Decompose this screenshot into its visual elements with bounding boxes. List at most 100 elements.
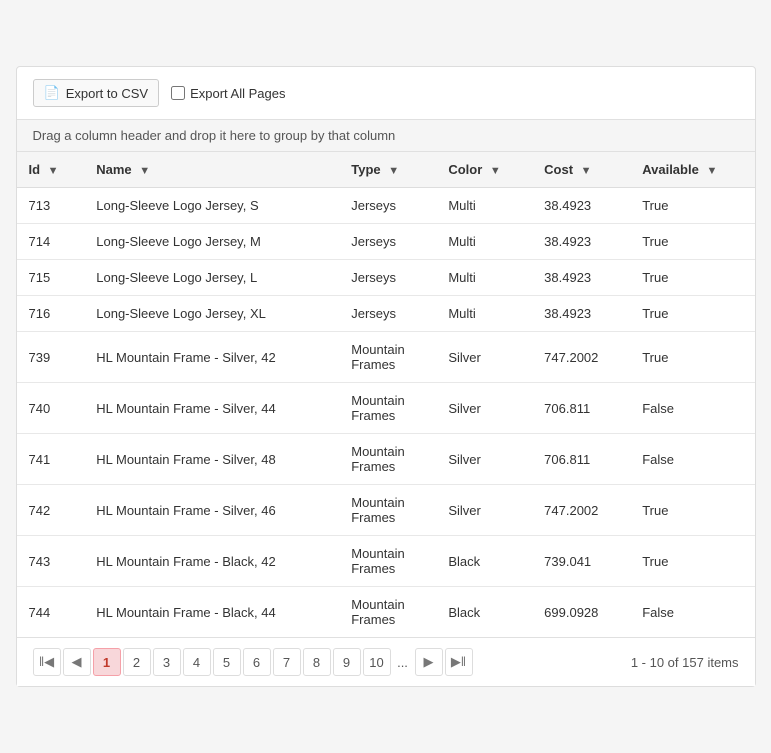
table-row: 744 HL Mountain Frame - Black, 44 Mounta… bbox=[17, 587, 755, 638]
cell-cost: 706.811 bbox=[532, 383, 630, 434]
cell-available: False bbox=[630, 434, 754, 485]
cell-cost: 747.2002 bbox=[532, 485, 630, 536]
cell-color: Black bbox=[436, 587, 532, 638]
col-header-name[interactable]: Name ▼ bbox=[84, 152, 339, 188]
cell-type: MountainFrames bbox=[339, 485, 436, 536]
col-header-id[interactable]: Id ▼ bbox=[17, 152, 85, 188]
cell-type: MountainFrames bbox=[339, 383, 436, 434]
filter-icon-color[interactable]: ▼ bbox=[490, 165, 501, 177]
col-header-available[interactable]: Available ▼ bbox=[630, 152, 754, 188]
page-button-4[interactable]: 4 bbox=[183, 648, 211, 676]
cell-id: 714 bbox=[17, 224, 85, 260]
cell-color: Silver bbox=[436, 434, 532, 485]
pagination-bar: ‖◀ ◀ 12345678910... ▶ ▶‖ 1 - 10 of 157 i… bbox=[17, 637, 755, 686]
cell-id: 716 bbox=[17, 296, 85, 332]
cell-cost: 38.4923 bbox=[532, 224, 630, 260]
col-header-cost[interactable]: Cost ▼ bbox=[532, 152, 630, 188]
export-all-pages-label: Export All Pages bbox=[190, 86, 285, 101]
cell-name: HL Mountain Frame - Black, 42 bbox=[84, 536, 339, 587]
cell-available: True bbox=[630, 224, 754, 260]
cell-available: True bbox=[630, 260, 754, 296]
page-button-10[interactable]: 10 bbox=[363, 648, 391, 676]
cell-type: Jerseys bbox=[339, 188, 436, 224]
page-button-1[interactable]: 1 bbox=[93, 648, 121, 676]
cell-name: HL Mountain Frame - Silver, 48 bbox=[84, 434, 339, 485]
table-row: 713 Long-Sleeve Logo Jersey, S Jerseys M… bbox=[17, 188, 755, 224]
col-header-color[interactable]: Color ▼ bbox=[436, 152, 532, 188]
cell-available: True bbox=[630, 188, 754, 224]
cell-cost: 38.4923 bbox=[532, 188, 630, 224]
page-button-8[interactable]: 8 bbox=[303, 648, 331, 676]
cell-type: MountainFrames bbox=[339, 587, 436, 638]
export-all-label[interactable]: Export All Pages bbox=[171, 86, 285, 101]
cell-cost: 747.2002 bbox=[532, 332, 630, 383]
cell-name: HL Mountain Frame - Silver, 42 bbox=[84, 332, 339, 383]
cell-name: HL Mountain Frame - Silver, 44 bbox=[84, 383, 339, 434]
cell-color: Silver bbox=[436, 485, 532, 536]
cell-cost: 706.811 bbox=[532, 434, 630, 485]
filter-icon-id[interactable]: ▼ bbox=[48, 165, 59, 177]
table-row: 741 HL Mountain Frame - Silver, 48 Mount… bbox=[17, 434, 755, 485]
cell-name: Long-Sleeve Logo Jersey, S bbox=[84, 188, 339, 224]
table-row: 740 HL Mountain Frame - Silver, 44 Mount… bbox=[17, 383, 755, 434]
cell-available: False bbox=[630, 587, 754, 638]
cell-type: Jerseys bbox=[339, 260, 436, 296]
cell-color: Silver bbox=[436, 383, 532, 434]
cell-color: Black bbox=[436, 536, 532, 587]
cell-type: MountainFrames bbox=[339, 434, 436, 485]
cell-id: 713 bbox=[17, 188, 85, 224]
export-csv-label: Export to CSV bbox=[66, 86, 148, 101]
page-button-3[interactable]: 3 bbox=[153, 648, 181, 676]
cell-color: Multi bbox=[436, 188, 532, 224]
cell-color: Silver bbox=[436, 332, 532, 383]
cell-name: HL Mountain Frame - Black, 44 bbox=[84, 587, 339, 638]
table-row: 739 HL Mountain Frame - Silver, 42 Mount… bbox=[17, 332, 755, 383]
cell-available: True bbox=[630, 485, 754, 536]
last-page-button[interactable]: ▶‖ bbox=[445, 648, 473, 676]
page-button-6[interactable]: 6 bbox=[243, 648, 271, 676]
cell-cost: 38.4923 bbox=[532, 260, 630, 296]
next-page-button[interactable]: ▶ bbox=[415, 648, 443, 676]
cell-color: Multi bbox=[436, 260, 532, 296]
cell-cost: 699.0928 bbox=[532, 587, 630, 638]
page-button-9[interactable]: 9 bbox=[333, 648, 361, 676]
table-row: 743 HL Mountain Frame - Black, 42 Mounta… bbox=[17, 536, 755, 587]
cell-name: HL Mountain Frame - Silver, 46 bbox=[84, 485, 339, 536]
cell-available: True bbox=[630, 536, 754, 587]
page-button-5[interactable]: 5 bbox=[213, 648, 241, 676]
data-table: Id ▼ Name ▼ Type ▼ Color ▼ Cost ▼ Availa… bbox=[17, 152, 755, 637]
cell-color: Multi bbox=[436, 296, 532, 332]
filter-icon-name[interactable]: ▼ bbox=[139, 165, 150, 177]
cell-id: 739 bbox=[17, 332, 85, 383]
cell-name: Long-Sleeve Logo Jersey, XL bbox=[84, 296, 339, 332]
cell-name: Long-Sleeve Logo Jersey, L bbox=[84, 260, 339, 296]
filter-icon-available[interactable]: ▼ bbox=[706, 165, 717, 177]
cell-available: True bbox=[630, 332, 754, 383]
cell-id: 741 bbox=[17, 434, 85, 485]
cell-id: 740 bbox=[17, 383, 85, 434]
table-row: 715 Long-Sleeve Logo Jersey, L Jerseys M… bbox=[17, 260, 755, 296]
cell-cost: 38.4923 bbox=[532, 296, 630, 332]
cell-id: 743 bbox=[17, 536, 85, 587]
cell-id: 715 bbox=[17, 260, 85, 296]
page-button-2[interactable]: 2 bbox=[123, 648, 151, 676]
cell-type: Jerseys bbox=[339, 224, 436, 260]
table-row: 716 Long-Sleeve Logo Jersey, XL Jerseys … bbox=[17, 296, 755, 332]
page-button-7[interactable]: 7 bbox=[273, 648, 301, 676]
page-controls: ‖◀ ◀ 12345678910... ▶ ▶‖ bbox=[33, 648, 473, 676]
table-header-row: Id ▼ Name ▼ Type ▼ Color ▼ Cost ▼ Availa… bbox=[17, 152, 755, 188]
toolbar: 📄 Export to CSV Export All Pages bbox=[17, 79, 755, 119]
page-info: 1 - 10 of 157 items bbox=[631, 655, 739, 670]
page-ellipsis: ... bbox=[393, 648, 413, 676]
filter-icon-type[interactable]: ▼ bbox=[388, 165, 399, 177]
cell-type: MountainFrames bbox=[339, 332, 436, 383]
export-csv-button[interactable]: 📄 Export to CSV bbox=[33, 79, 160, 107]
export-all-checkbox[interactable] bbox=[171, 86, 185, 100]
main-container: 📄 Export to CSV Export All Pages Drag a … bbox=[16, 66, 756, 687]
first-page-button[interactable]: ‖◀ bbox=[33, 648, 61, 676]
col-header-type[interactable]: Type ▼ bbox=[339, 152, 436, 188]
prev-page-button[interactable]: ◀ bbox=[63, 648, 91, 676]
filter-icon-cost[interactable]: ▼ bbox=[581, 165, 592, 177]
cell-color: Multi bbox=[436, 224, 532, 260]
drag-hint: Drag a column header and drop it here to… bbox=[17, 119, 755, 152]
